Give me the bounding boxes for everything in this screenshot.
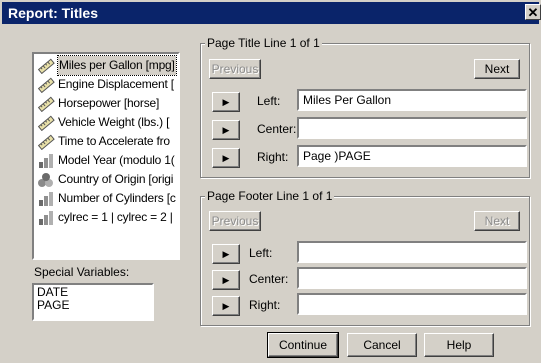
ordinal-bars-icon [37, 191, 55, 207]
scale-ruler-icon [37, 134, 55, 150]
footer-right-label: Right: [249, 298, 281, 312]
variable-label: Miles per Gallon [mpg] [57, 55, 177, 76]
title-right-label: Right: [257, 150, 289, 164]
title-right-arrow-button[interactable]: ▶ [212, 148, 240, 168]
variable-list-item[interactable]: Horsepower [horse] [37, 94, 178, 113]
title-left-arrow-button[interactable]: ▶ [212, 92, 240, 112]
footer-left-field[interactable] [297, 241, 527, 263]
right-arrow-icon: ▶ [222, 97, 230, 107]
right-arrow-icon: ▶ [222, 301, 230, 311]
variable-list-item[interactable]: Number of Cylinders [c [37, 189, 178, 208]
special-variable-item[interactable]: PAGE [37, 299, 149, 312]
variable-list-item[interactable]: Engine Displacement [ [37, 75, 178, 94]
variable-label: Model Year (modulo 1( [58, 153, 175, 167]
footer-right-field[interactable] [297, 293, 527, 315]
cancel-button[interactable]: Cancel [347, 333, 417, 357]
footer-previous-button[interactable]: Previous [209, 211, 261, 231]
window-title: Report: Titles [8, 5, 98, 21]
footer-left-arrow-button[interactable]: ▶ [212, 244, 240, 264]
footer-next-button[interactable]: Next [474, 211, 520, 231]
variable-label: Time to Accelerate fro [58, 134, 170, 148]
page-title-legend: Page Title Line 1 of 1 [205, 36, 322, 50]
variable-label: Vehicle Weight (lbs.) [ [58, 115, 170, 129]
variable-list-item[interactable]: Vehicle Weight (lbs.) [ [37, 113, 178, 132]
footer-center-field[interactable] [297, 267, 527, 289]
scale-ruler-icon [37, 115, 55, 131]
right-arrow-icon: ▶ [222, 249, 230, 259]
right-arrow-icon: ▶ [222, 153, 230, 163]
variable-list-item[interactable]: Model Year (modulo 1( [37, 151, 178, 170]
special-variables-list[interactable]: DATE PAGE [32, 283, 154, 321]
ordinal-bars-icon [37, 210, 55, 226]
scale-ruler-icon [37, 96, 55, 112]
variable-label: Number of Cylinders [c [58, 191, 176, 205]
variable-list-item[interactable]: Time to Accelerate fro [37, 132, 178, 151]
title-center-field[interactable] [297, 117, 527, 139]
variable-label: Country of Origin [origi [58, 172, 174, 186]
right-arrow-icon: ▶ [222, 275, 230, 285]
scale-ruler-icon [37, 77, 55, 93]
title-next-button[interactable]: Next [474, 59, 520, 79]
title-right-field[interactable]: Page )PAGE [297, 145, 527, 167]
ordinal-bars-icon [37, 153, 55, 169]
title-left-label: Left: [257, 94, 281, 108]
variable-list-item[interactable]: Country of Origin [origi [37, 170, 178, 189]
variable-label: cylrec = 1 | cylrec = 2 | [58, 210, 173, 224]
variable-list-item[interactable]: Miles per Gallon [mpg] [37, 55, 178, 76]
variable-list-item[interactable]: cylrec = 1 | cylrec = 2 | [37, 208, 178, 227]
title-previous-button[interactable]: Previous [209, 59, 261, 79]
page-footer-legend: Page Footer Line 1 of 1 [205, 189, 335, 203]
footer-center-label: Center: [249, 272, 289, 286]
continue-button[interactable]: Continue [267, 332, 339, 358]
variable-label: Horsepower [horse] [58, 96, 160, 110]
special-variables-label: Special Variables: [34, 265, 130, 279]
footer-left-label: Left: [249, 246, 273, 260]
right-arrow-icon: ▶ [222, 125, 230, 135]
help-button[interactable]: Help [424, 333, 494, 357]
title-center-label: Center: [257, 122, 297, 136]
variable-list[interactable]: Miles per Gallon [mpg] Engine Displacemen… [32, 52, 180, 260]
footer-right-arrow-button[interactable]: ▶ [212, 296, 240, 316]
title-bar: Report: Titles ✕ [2, 2, 541, 24]
scale-ruler-icon [37, 58, 55, 74]
close-icon[interactable]: ✕ [525, 4, 541, 20]
title-left-field[interactable]: Miles Per Gallon [297, 89, 527, 111]
footer-center-arrow-button[interactable]: ▶ [212, 270, 240, 290]
nominal-shapes-icon [37, 172, 55, 188]
report-titles-dialog: Report: Titles ✕ Miles per Gallon [mpg] E… [0, 0, 541, 363]
title-center-arrow-button[interactable]: ▶ [212, 120, 240, 140]
variable-label: Engine Displacement [ [58, 77, 174, 91]
